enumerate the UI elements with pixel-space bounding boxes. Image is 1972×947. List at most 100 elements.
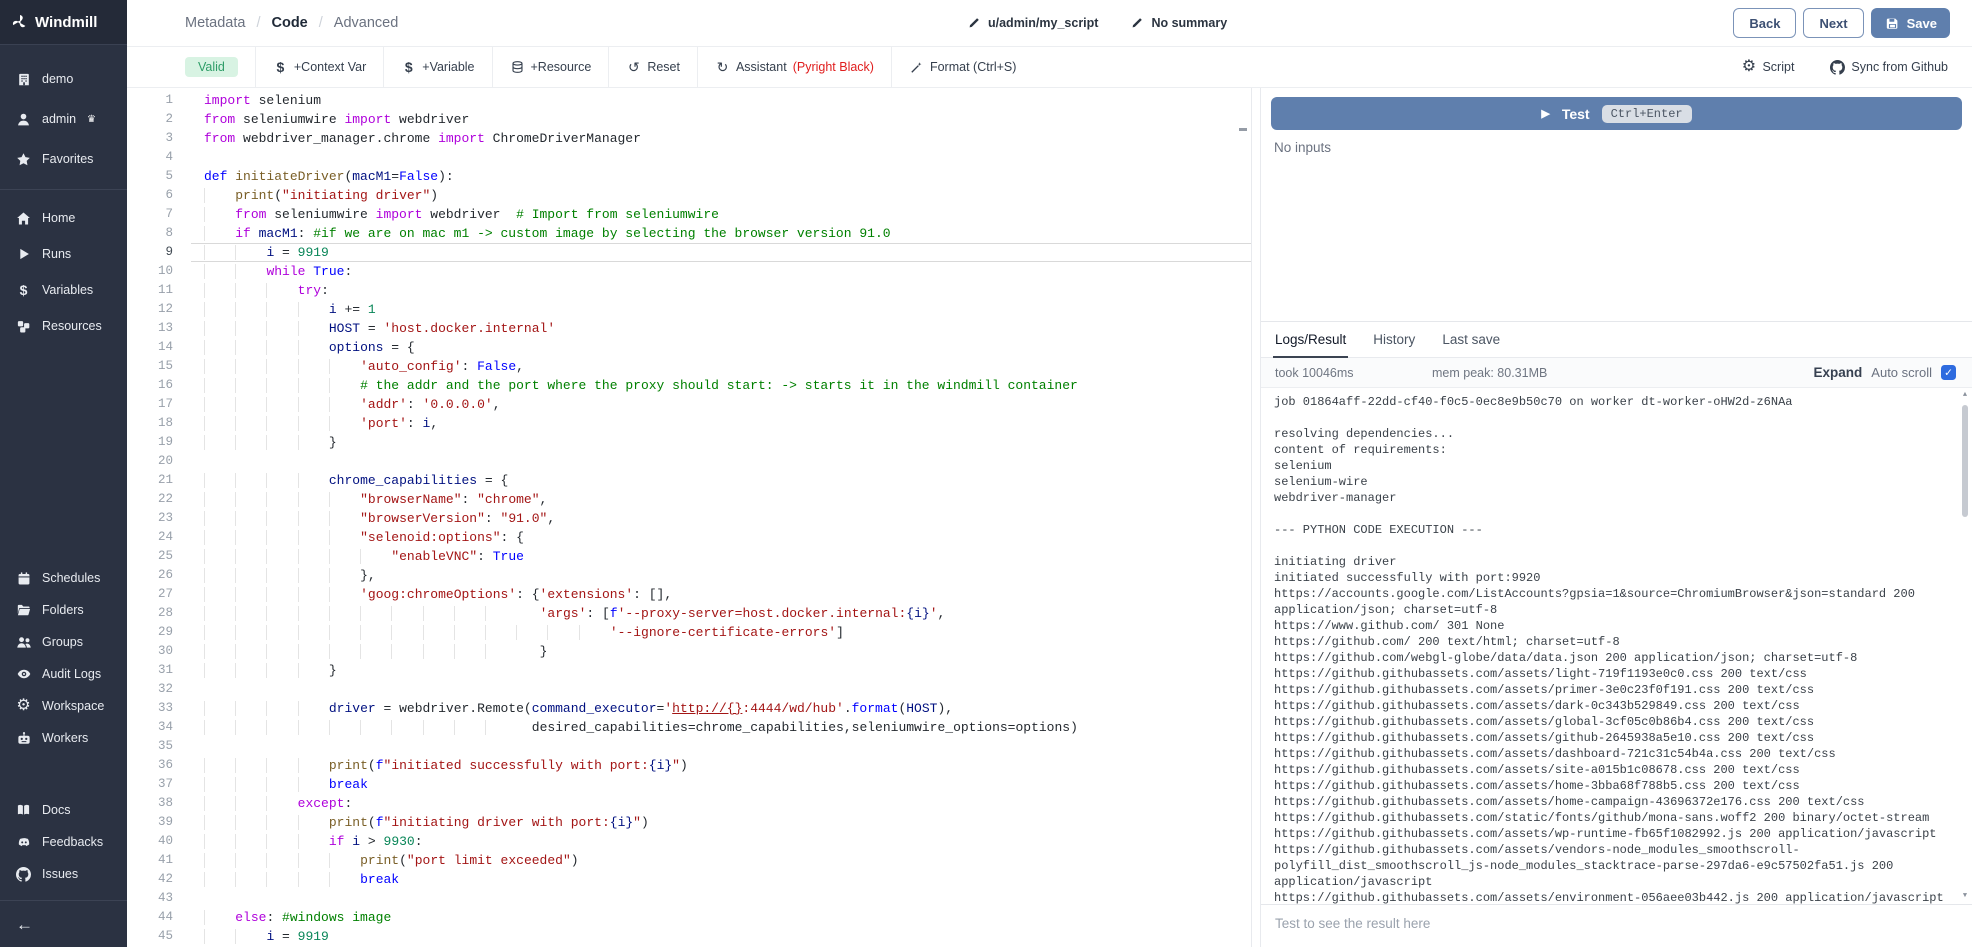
code-line: 36 print(f"initiated successfully with p… (127, 756, 1251, 775)
code-line: 33 driver = webdriver.Remote(command_exe… (127, 699, 1251, 718)
script-path: u/admin/my_script (988, 16, 1098, 30)
play-icon: ▶ (1541, 107, 1549, 120)
next-button[interactable]: Next (1803, 8, 1863, 38)
robot-icon (15, 730, 32, 747)
log-line: job 01864aff-22dd-cf40-f0c5-0ec8e9b50c70… (1274, 394, 1946, 410)
toolbar-button-format-ctrl-s[interactable]: Format (Ctrl+S) (909, 60, 1016, 75)
toolbar-button-variable[interactable]: $+Variable (401, 60, 474, 75)
expand-button[interactable]: Expand (1814, 365, 1863, 380)
toolbar-button-sync-from-github[interactable]: Sync from Github (1830, 60, 1948, 75)
line-number: 18 (127, 414, 191, 433)
dollar-icon: $ (15, 282, 32, 299)
sidebar-item-runs[interactable]: Runs (0, 236, 127, 272)
brand-name: Windmill (35, 14, 97, 31)
sidebar-item-workers[interactable]: Workers (0, 722, 127, 754)
sidebar-item-favorites[interactable]: Favorites (0, 139, 127, 179)
code-line: 16 # the addr and the port where the pro… (127, 376, 1251, 395)
line-number: 36 (127, 756, 191, 775)
sidebar: Windmill demoadmin♛ Favorites HomeRuns$Va… (0, 0, 127, 947)
sidebar-collapse-button[interactable]: ← (0, 903, 127, 947)
line-number: 45 (127, 927, 191, 946)
log-scrollbar[interactable]: ▲ ▼ (1959, 390, 1971, 902)
sidebar-item-workspace[interactable]: ⚙Workspace (0, 690, 127, 722)
test-button[interactable]: ▶ Test Ctrl+Enter (1271, 97, 1962, 130)
script-summary-edit[interactable]: No summary (1128, 15, 1227, 32)
line-number: 20 (127, 452, 191, 471)
line-number: 5 (127, 167, 191, 186)
sidebar-item-demo[interactable]: demo (0, 59, 127, 99)
sidebar-item-label: Resources (42, 319, 102, 333)
line-number: 37 (127, 775, 191, 794)
sidebar-item-schedules[interactable]: Schedules (0, 562, 127, 594)
logs-section: Logs/Result History Last save took 10046ms… (1261, 321, 1972, 904)
tab-history[interactable]: History (1373, 322, 1415, 357)
line-number: 15 (127, 357, 191, 376)
tab-last-save[interactable]: Last save (1442, 322, 1500, 357)
sidebar-item-issues[interactable]: Issues (0, 858, 127, 890)
toolbar-button-resource[interactable]: +Resource (510, 60, 592, 75)
code-line: 23 "browserVersion": "91.0", (127, 509, 1251, 528)
sidebar-item-home[interactable]: Home (0, 200, 127, 236)
line-number: 11 (127, 281, 191, 300)
line-number: 8 (127, 224, 191, 243)
line-number: 19 (127, 433, 191, 452)
assistant-detail: (Pyright Black) (793, 60, 874, 74)
log-line: selenium-wire (1274, 474, 1946, 490)
sidebar-item-label: Favorites (42, 152, 93, 166)
toolbar-divider (697, 47, 698, 87)
app-logo[interactable]: Windmill (0, 0, 127, 45)
line-number: 44 (127, 908, 191, 927)
back-button[interactable]: Back (1733, 8, 1796, 38)
line-number: 22 (127, 490, 191, 509)
code-line: 31 } (127, 661, 1251, 680)
scroll-down-arrow[interactable]: ▼ (1959, 891, 1971, 902)
code-line: 34 desired_capabilities=chrome_capabilit… (127, 718, 1251, 737)
log-output[interactable]: job 01864aff-22dd-cf40-f0c5-0ec8e9b50c70… (1261, 388, 1972, 904)
sidebar-item-label: admin (42, 112, 76, 126)
code-line: 45 i = 9919 (127, 927, 1251, 946)
log-line: https://github.githubassets.com/assets/h… (1274, 794, 1946, 810)
breadcrumb-advanced[interactable]: Advanced (334, 15, 399, 31)
toolbar-button-script[interactable]: ⚙Script (1741, 60, 1794, 75)
sidebar-item-groups[interactable]: Groups (0, 626, 127, 658)
line-number: 43 (127, 889, 191, 908)
sidebar-item-folders[interactable]: Folders (0, 594, 127, 626)
tab-logs-result[interactable]: Logs/Result (1275, 322, 1346, 357)
sidebar-item-variables[interactable]: $Variables (0, 272, 127, 308)
line-number: 39 (127, 813, 191, 832)
code-line: 32 (127, 680, 1251, 699)
sidebar-item-label: Issues (42, 867, 78, 881)
line-number: 38 (127, 794, 191, 813)
breadcrumb-metadata[interactable]: Metadata (185, 15, 245, 31)
code-line: 3from webdriver_manager.chrome import Ch… (127, 129, 1251, 148)
code-line: 2from seleniumwire import webdriver (127, 110, 1251, 129)
sidebar-item-resources[interactable]: Resources (0, 308, 127, 344)
took-label: took 10046ms (1275, 366, 1432, 380)
autoscroll-checkbox[interactable]: ✓ (1941, 365, 1956, 380)
sidebar-item-audit-logs[interactable]: Audit Logs (0, 658, 127, 690)
scroll-up-arrow[interactable]: ▲ (1959, 390, 1971, 401)
line-number: 27 (127, 585, 191, 604)
sidebar-item-admin[interactable]: admin♛ (0, 99, 127, 139)
toolbar-divider (608, 47, 609, 87)
save-button[interactable]: Save (1871, 8, 1950, 38)
line-number: 23 (127, 509, 191, 528)
database-icon (510, 60, 525, 75)
code-line: 28 'args': [f'--proxy-server=host.docker… (127, 604, 1251, 623)
code-line: 38 except: (127, 794, 1251, 813)
panel-splitter[interactable] (1252, 88, 1260, 947)
dollar-icon: $ (273, 60, 288, 75)
code-line: 17 'addr': '0.0.0.0', (127, 395, 1251, 414)
scroll-thumb[interactable] (1962, 405, 1968, 517)
toolbar-button-context-var[interactable]: $+Context Var (273, 60, 366, 75)
mem-peak-label: mem peak: 80.31MB (1432, 366, 1547, 380)
sidebar-item-label: Schedules (42, 571, 100, 585)
sidebar-item-docs[interactable]: Docs (0, 794, 127, 826)
sidebar-item-feedbacks[interactable]: Feedbacks (0, 826, 127, 858)
toolbar-divider (891, 47, 892, 87)
code-editor[interactable]: 1import selenium2from seleniumwire impor… (127, 88, 1252, 947)
script-path-edit[interactable]: u/admin/my_script (965, 15, 1098, 32)
toolbar-button-assistant[interactable]: ↻Assistant(Pyright Black) (715, 60, 874, 75)
breadcrumb-code[interactable]: Code (272, 15, 308, 31)
toolbar-button-reset[interactable]: ↺Reset (626, 60, 680, 75)
